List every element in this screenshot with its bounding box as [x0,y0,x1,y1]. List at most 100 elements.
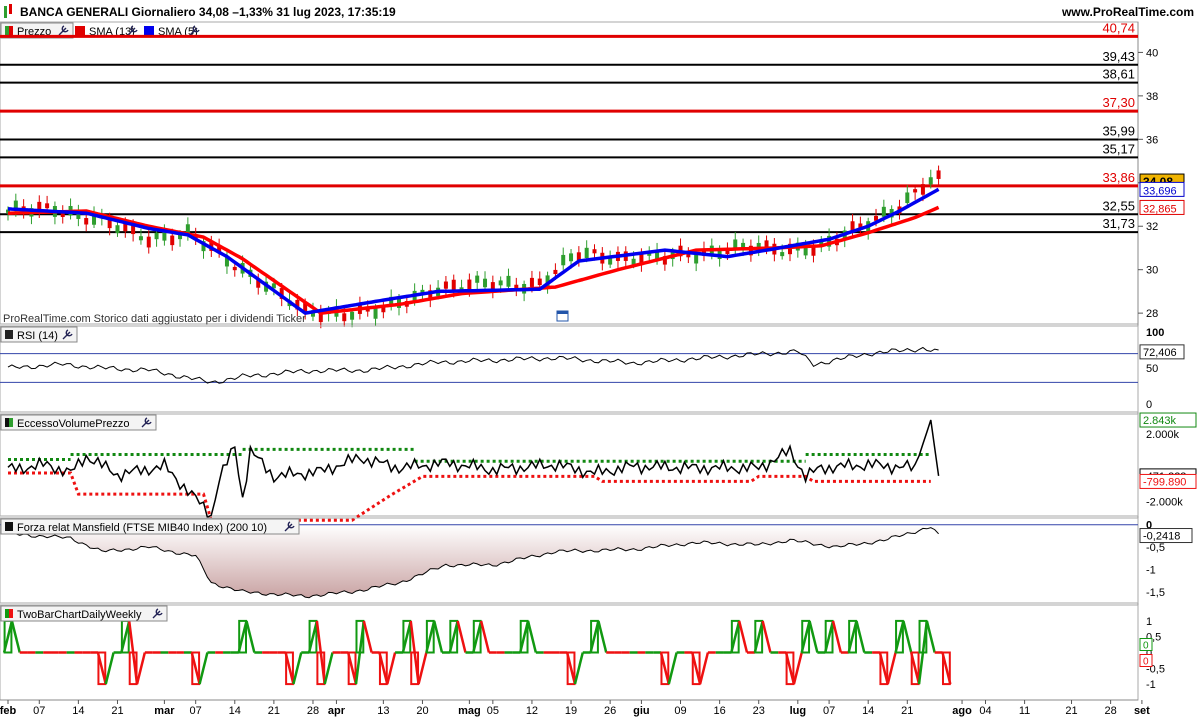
candle-body [913,189,918,193]
time-tick-label: 07 [190,705,202,717]
time-tick-label: 21 [111,705,123,717]
candle-body [803,247,808,256]
twobar-title: TwoBarChartDailyWeekly [17,609,142,621]
candle-body [232,266,237,271]
time-tick-label: feb [0,705,17,717]
time-tick-label: lug [790,705,807,717]
candle-body [350,311,355,320]
candle-body [920,184,925,195]
candle-body [928,177,933,185]
candle-body [146,236,151,248]
watermark: ProRealTime.com Storico dati aggiustato … [3,313,306,325]
time-tick-label: 14 [862,705,874,717]
time-tick-label: 21 [901,705,913,717]
level-label: 39,43 [1102,49,1135,64]
candle-body [342,313,347,322]
rsi-current-label: 72,406 [1143,347,1177,359]
level-label: 40,74 [1102,20,1135,35]
price-tick-label: 36 [1146,134,1158,146]
candle-body [553,269,558,274]
candle-body [483,278,488,288]
price-current-label: 32,865 [1143,203,1177,215]
candle-body [537,278,542,286]
level-label: 35,99 [1102,124,1135,139]
time-tick-label: 07 [33,705,45,717]
time-tick-label: set [1134,705,1150,717]
time-tick-label: 28 [307,705,319,717]
rsi-title: RSI (14) [17,330,58,342]
candle-body [443,281,448,289]
time-tick-label: ago [952,705,972,717]
volume-legend: EccessoVolumePrezzo [0,414,157,431]
candle-body [170,235,175,246]
price-tick-label: 38 [1146,91,1158,103]
twobar-legend: TwoBarChartDailyWeekly [0,605,168,622]
level-label: 32,55 [1102,198,1135,213]
time-tick-label: 07 [823,705,835,717]
candle-body [686,254,691,258]
candle-body [475,275,480,283]
candle-body [561,254,566,266]
candle-body [592,249,597,254]
time-tick-label: 16 [713,705,725,717]
time-tick-label: mar [154,705,175,717]
price-tick-label: 28 [1146,308,1158,320]
candle-body [373,307,378,319]
time-tick-label: mag [458,705,481,717]
candle-body [764,240,769,247]
time-tick-label: 14 [72,705,84,717]
candle-body [569,253,574,262]
calendar-icon[interactable] [556,310,569,322]
price-tick-label: 30 [1146,265,1158,277]
level-label: 37,30 [1102,95,1135,110]
candle-body [154,232,159,240]
time-tick-label: 28 [1104,705,1116,717]
stock-chart: BANCA GENERALI Giornaliero 34,08 –1,33% … [0,0,1200,720]
candle-body [506,275,511,287]
price-tick-label: 40 [1146,47,1158,59]
level-label: 33,86 [1102,170,1135,185]
candle-body [84,218,89,225]
candle-body [780,252,785,257]
mansfield-tick-label: -0,5 [1146,542,1165,554]
candle-body [529,277,534,287]
candle-body [45,203,50,209]
volume-title: EccessoVolumePrezzo [17,418,130,430]
time-tick-label: 21 [268,705,280,717]
chart-header: BANCA GENERALI Giornaliero 34,08 –1,33% … [0,0,1200,22]
chart-title: BANCA GENERALI Giornaliero 34,08 –1,33% … [20,5,396,19]
candle-body [905,192,910,204]
rsi-tick-label: 50 [1146,363,1158,375]
rsi-tick-label: 0 [1146,399,1152,411]
time-tick-label: apr [328,705,346,717]
candle-body [608,258,613,265]
level-label: 35,17 [1102,141,1135,156]
twobar-current-label: 0 [1143,657,1149,668]
candle-body [467,279,472,291]
time-tick-label: 23 [753,705,765,717]
time-tick-label: 13 [377,705,389,717]
time-tick-label: 05 [487,705,499,717]
price-current-label: 33,696 [1143,185,1177,197]
volume-current-label: 2.843k [1143,415,1177,427]
candle-body [631,258,636,265]
twobar-tick-label: -1 [1146,679,1156,691]
mansfield-title: Forza relat Mansfield (FTSE MIB40 Index)… [17,522,267,534]
level-label: 31,73 [1102,216,1135,231]
mansfield-tick-label: -1 [1146,564,1156,576]
rsi-tick-label: 100 [1146,327,1164,339]
candle-body [576,252,581,261]
time-tick-label: 26 [604,705,616,717]
price-tick-label: 32 [1146,221,1158,233]
twobar-current-label: 0 [1143,641,1149,652]
time-tick-label: giu [633,705,650,717]
time-tick-label: 14 [229,705,241,717]
time-tick-label: 21 [1065,705,1077,717]
mansfield-tick-label: -1,5 [1146,587,1165,599]
time-tick-label: 04 [979,705,991,717]
candle-body [138,236,143,241]
volume-tick-label: 2.000k [1146,429,1180,441]
candle-body [498,280,503,286]
time-tick-label: 12 [526,705,538,717]
time-tick-label: 11 [1019,705,1030,717]
